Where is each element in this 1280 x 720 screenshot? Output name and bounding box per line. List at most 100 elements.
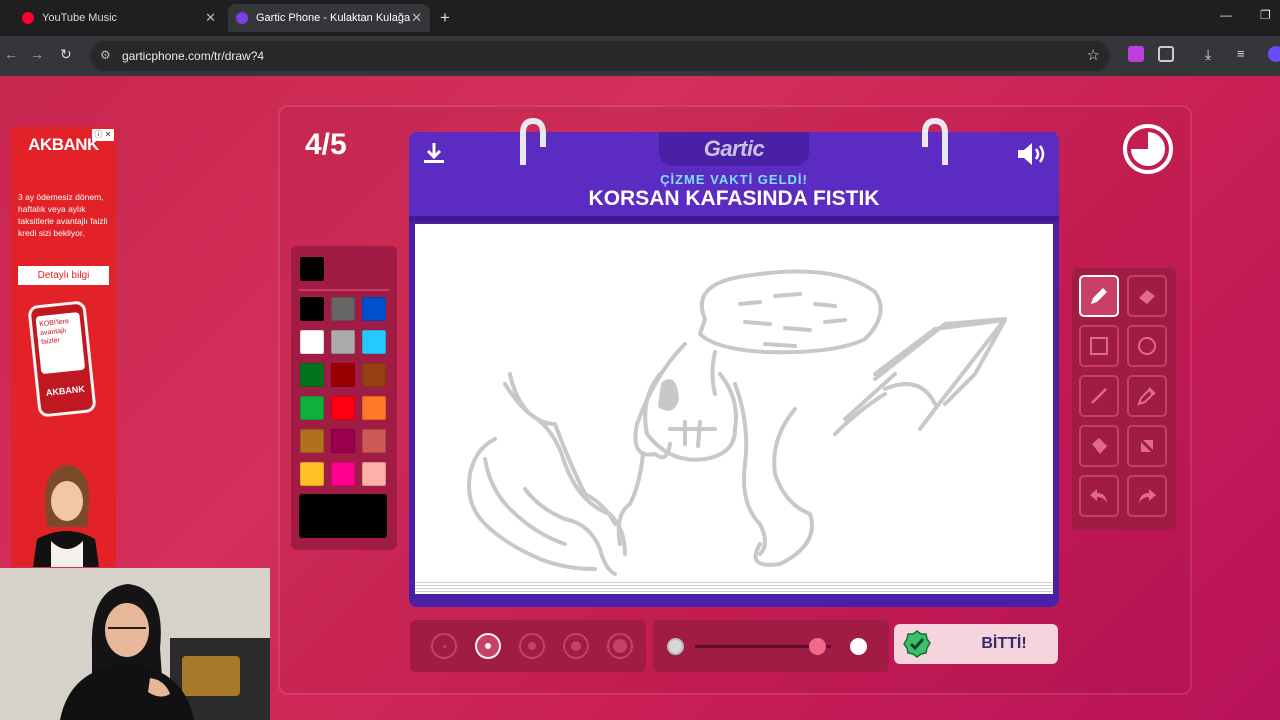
current-color-preview [299, 494, 387, 538]
color-palette [291, 246, 397, 550]
ad-phone-image: KOBİ'lere avantajlı faizler AKBANK [27, 300, 97, 418]
profile-avatar[interactable] [1268, 46, 1280, 62]
ad-banner[interactable]: AKBANK ⓘ ✕ 3 ay ödemesiz dönem, haftalık… [11, 127, 116, 567]
webcam-video [0, 568, 270, 720]
timer-icon [1123, 124, 1173, 174]
youtube-music-icon [22, 12, 34, 24]
brush-size-selector [410, 620, 646, 672]
ad-phone-brand: AKBANK [45, 383, 86, 398]
current-color-swatch [300, 257, 324, 281]
done-label: BİTTİ! [981, 635, 1027, 652]
webcam-overlay [0, 568, 270, 720]
color-swatch[interactable] [300, 363, 324, 387]
color-swatch[interactable] [300, 429, 324, 453]
volume-icon[interactable] [1015, 140, 1049, 168]
ad-cta-button[interactable]: Detaylı bilgi [18, 266, 109, 285]
color-swatch[interactable] [300, 396, 324, 420]
clear-tool[interactable] [1127, 425, 1167, 467]
color-swatch[interactable] [362, 462, 386, 486]
color-swatch[interactable] [331, 330, 355, 354]
opacity-min-icon [667, 638, 684, 655]
download-icon[interactable] [421, 140, 447, 166]
size-dot [571, 641, 581, 651]
eyedropper-icon [1137, 387, 1156, 406]
opacity-handle[interactable] [809, 638, 827, 655]
browser-toolbar: ← → ↻ ⚙ garticphone.com/tr/draw?4 ☆ ⤓ ≡ [0, 36, 1280, 76]
ellipse-tool[interactable] [1127, 325, 1167, 367]
brush-size-4[interactable] [563, 633, 589, 659]
brush-size-1[interactable] [431, 633, 457, 659]
undo-icon [1090, 489, 1107, 503]
eyedropper-tool[interactable] [1127, 375, 1167, 417]
extension-icon[interactable] [1128, 46, 1144, 62]
opacity-max-icon [850, 638, 867, 655]
maximize-button[interactable]: ❐ [1260, 8, 1271, 22]
size-dot [528, 642, 536, 650]
color-swatch[interactable] [300, 297, 324, 321]
close-icon[interactable]: ✕ [205, 10, 216, 26]
bookmark-star-icon[interactable]: ☆ [1087, 46, 1100, 64]
reload-icon[interactable]: ↻ [60, 46, 72, 63]
site-settings-icon[interactable]: ⚙ [100, 48, 111, 62]
ad-close-icon[interactable]: ⓘ ✕ [92, 129, 114, 141]
color-swatch[interactable] [362, 429, 386, 453]
media-control-icon[interactable]: ≡ [1237, 46, 1253, 62]
color-swatch[interactable] [362, 297, 386, 321]
tab-gartic-phone[interactable]: Gartic Phone - Kulaktan Kulağa ✕ [228, 4, 430, 32]
color-swatch[interactable] [331, 396, 355, 420]
brush-size-2[interactable] [475, 633, 501, 659]
pencil-tool[interactable] [1079, 275, 1119, 317]
color-swatch[interactable] [300, 330, 324, 354]
phone-icon [236, 12, 248, 24]
new-tab-button[interactable]: + [440, 8, 450, 28]
gartic-logo: Gartic [703, 136, 765, 161]
color-swatch[interactable] [331, 297, 355, 321]
brush-size-3[interactable] [519, 633, 545, 659]
eraser-tool[interactable] [1127, 275, 1167, 317]
canvas-frame [409, 222, 1059, 607]
ellipse-icon [1138, 337, 1156, 355]
tab-youtube-music[interactable]: YouTube Music ✕ [14, 4, 224, 32]
opacity-slider[interactable] [653, 620, 889, 672]
back-icon[interactable]: ← [4, 46, 18, 62]
download-icon[interactable]: ⤓ [1205, 46, 1221, 62]
line-tool[interactable] [1079, 375, 1119, 417]
close-icon[interactable]: ✕ [411, 10, 422, 26]
browser-tab-bar: YouTube Music ✕ Gartic Phone - Kulaktan … [0, 0, 1280, 36]
round-counter: 4/5 [305, 128, 347, 161]
color-swatch[interactable] [300, 462, 324, 486]
fill-icon [1092, 438, 1107, 454]
tab-title: YouTube Music [42, 12, 118, 24]
forward-icon[interactable]: → [30, 46, 44, 62]
brush-size-5[interactable] [607, 633, 633, 659]
pencil-icon [1091, 288, 1107, 304]
minimize-button[interactable]: — [1220, 8, 1232, 22]
tab-title: Gartic Phone - Kulaktan Kulağa [256, 12, 411, 24]
ad-phone-text: KOBİ'lere avantajlı faizler [35, 311, 86, 375]
color-swatch[interactable] [362, 330, 386, 354]
done-button[interactable]: BİTTİ! [894, 624, 1058, 664]
ad-text: 3 ay ödemesiz dönem, haftalık veya aylık… [18, 192, 108, 238]
fill-tool[interactable] [1079, 425, 1119, 467]
undo-tool[interactable] [1079, 475, 1119, 517]
redo-icon [1139, 489, 1156, 503]
url-text: garticphone.com/tr/draw?4 [122, 49, 265, 63]
drawing-strokes [467, 269, 1007, 576]
extensions-puzzle-icon[interactable] [1158, 46, 1174, 62]
prompt-subtitle: ÇİZME VAKTİ GELDİ! [660, 172, 808, 187]
color-swatch[interactable] [362, 396, 386, 420]
rectangle-tool[interactable] [1079, 325, 1119, 367]
color-swatch[interactable] [331, 363, 355, 387]
rectangle-icon [1090, 337, 1108, 355]
binder-ring-left [520, 117, 546, 165]
address-bar[interactable]: ⚙ garticphone.com/tr/draw?4 ☆ [90, 41, 1110, 71]
color-swatch[interactable] [331, 462, 355, 486]
color-swatch[interactable] [362, 363, 386, 387]
line-icon [1091, 388, 1107, 404]
redo-tool[interactable] [1127, 475, 1167, 517]
color-swatch[interactable] [331, 429, 355, 453]
drawing-canvas[interactable] [415, 224, 1053, 582]
prompt-header: Gartic ÇİZME VAKTİ GELDİ! KORSAN KAFASIN… [409, 132, 1059, 222]
clear-icon [1136, 435, 1158, 457]
eraser-icon [1139, 290, 1155, 304]
